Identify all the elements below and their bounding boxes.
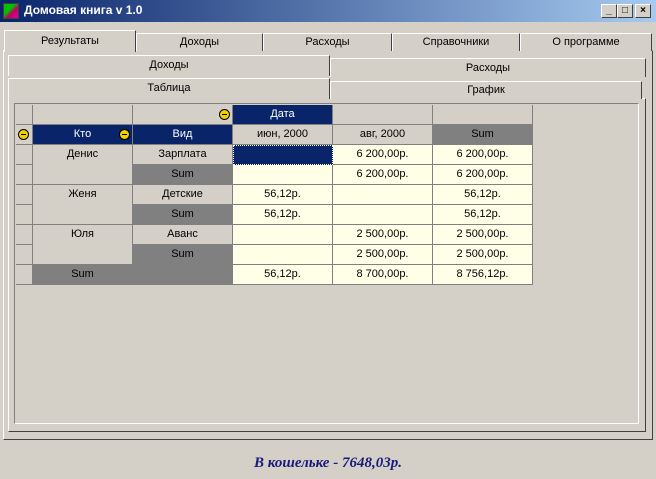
data-cell[interactable] xyxy=(233,165,333,185)
header-blank xyxy=(133,105,233,125)
row-field-who[interactable]: Кто xyxy=(33,125,133,145)
data-cell[interactable]: 56,12р. xyxy=(233,185,333,205)
row-header-kind[interactable]: Аванс xyxy=(133,225,233,245)
column-field-date[interactable]: Дата xyxy=(233,105,333,125)
data-cell[interactable]: 56,12р. xyxy=(233,205,333,225)
row-indicator[interactable] xyxy=(16,185,33,205)
collapse-who-icon[interactable] xyxy=(18,129,29,140)
subtab-expenses[interactable]: Расходы xyxy=(330,58,646,77)
data-cell[interactable] xyxy=(333,185,433,205)
row-header-grand-sum[interactable]: Sum xyxy=(33,265,133,285)
data-cell[interactable]: 2 500,00р. xyxy=(333,225,433,245)
close-button[interactable]: × xyxy=(635,4,651,18)
data-cell[interactable]: 56,12р. xyxy=(433,185,533,205)
header-blank xyxy=(433,105,533,125)
data-cell-selected[interactable] xyxy=(233,145,333,165)
row-indicator xyxy=(16,125,33,145)
row-header-kind[interactable]: Зарплата xyxy=(133,145,233,165)
row-indicator[interactable] xyxy=(16,165,33,185)
row-indicator[interactable] xyxy=(16,205,33,225)
data-cell[interactable]: 56,12р. xyxy=(233,265,333,285)
window-title: Домовая книга v 1.0 xyxy=(24,3,143,17)
col-header-aug[interactable]: авг, 2000 xyxy=(333,125,433,145)
row-header-kind-sum[interactable]: Sum xyxy=(133,205,233,225)
data-cell[interactable] xyxy=(233,225,333,245)
corner-cell xyxy=(16,105,33,125)
tab-income[interactable]: Доходы xyxy=(136,33,263,51)
row-header-who[interactable]: Юля xyxy=(33,225,133,265)
col-header-jun[interactable]: июн, 2000 xyxy=(233,125,333,145)
row-header-grand-sum-blank xyxy=(133,265,233,285)
subtab-income[interactable]: Доходы xyxy=(8,55,330,76)
data-cell[interactable] xyxy=(333,205,433,225)
row-field-kind[interactable]: Вид xyxy=(133,125,233,145)
data-cell[interactable] xyxy=(233,245,333,265)
data-cell[interactable]: 8 756,12р. xyxy=(433,265,533,285)
row-header-who[interactable]: Женя xyxy=(33,185,133,225)
row-indicator[interactable] xyxy=(16,145,33,165)
row-indicator[interactable] xyxy=(16,225,33,245)
collapse-date-icon[interactable] xyxy=(219,109,230,120)
data-cell[interactable]: 56,12р. xyxy=(433,205,533,225)
data-cell[interactable]: 6 200,00р. xyxy=(333,165,433,185)
row-header-who[interactable]: Денис xyxy=(33,145,133,185)
col-header-sum[interactable]: Sum xyxy=(433,125,533,145)
collapse-kind-icon[interactable] xyxy=(119,129,130,140)
header-blank xyxy=(33,105,133,125)
subtab-chart[interactable]: График xyxy=(330,81,642,99)
minimize-button[interactable]: _ xyxy=(601,4,617,18)
subtab-table[interactable]: Таблица xyxy=(8,78,330,99)
row-header-kind[interactable]: Детские xyxy=(133,185,233,205)
data-cell[interactable]: 6 200,00р. xyxy=(333,145,433,165)
title-bar[interactable]: Домовая книга v 1.0 _ □ × xyxy=(0,0,656,22)
data-cell[interactable]: 2 500,00р. xyxy=(333,245,433,265)
data-cell[interactable]: 6 200,00р. xyxy=(433,165,533,185)
maximize-button[interactable]: □ xyxy=(617,4,633,18)
header-blank xyxy=(333,105,433,125)
row-indicator[interactable] xyxy=(16,245,33,265)
tab-expenses[interactable]: Расходы xyxy=(263,33,392,51)
app-icon[interactable] xyxy=(3,3,19,19)
data-cell[interactable]: 6 200,00р. xyxy=(433,145,533,165)
row-header-kind-sum[interactable]: Sum xyxy=(133,165,233,185)
data-cell[interactable]: 2 500,00р. xyxy=(433,225,533,245)
data-cell[interactable]: 8 700,00р. xyxy=(333,265,433,285)
row-field-who-label: Кто xyxy=(73,128,92,140)
tab-references[interactable]: Справочники xyxy=(392,33,520,51)
row-header-kind-sum[interactable]: Sum xyxy=(133,245,233,265)
wallet-status: В кошельке - 7648,03р. xyxy=(254,455,402,471)
row-indicator[interactable] xyxy=(16,265,33,285)
tab-results[interactable]: Результаты xyxy=(4,30,136,52)
pivot-grid[interactable]: Дата Кто Вид июн, 2000 авг, 2000 Sum Ден… xyxy=(14,103,639,424)
data-cell[interactable]: 2 500,00р. xyxy=(433,245,533,265)
tab-about[interactable]: О программе xyxy=(520,33,652,51)
